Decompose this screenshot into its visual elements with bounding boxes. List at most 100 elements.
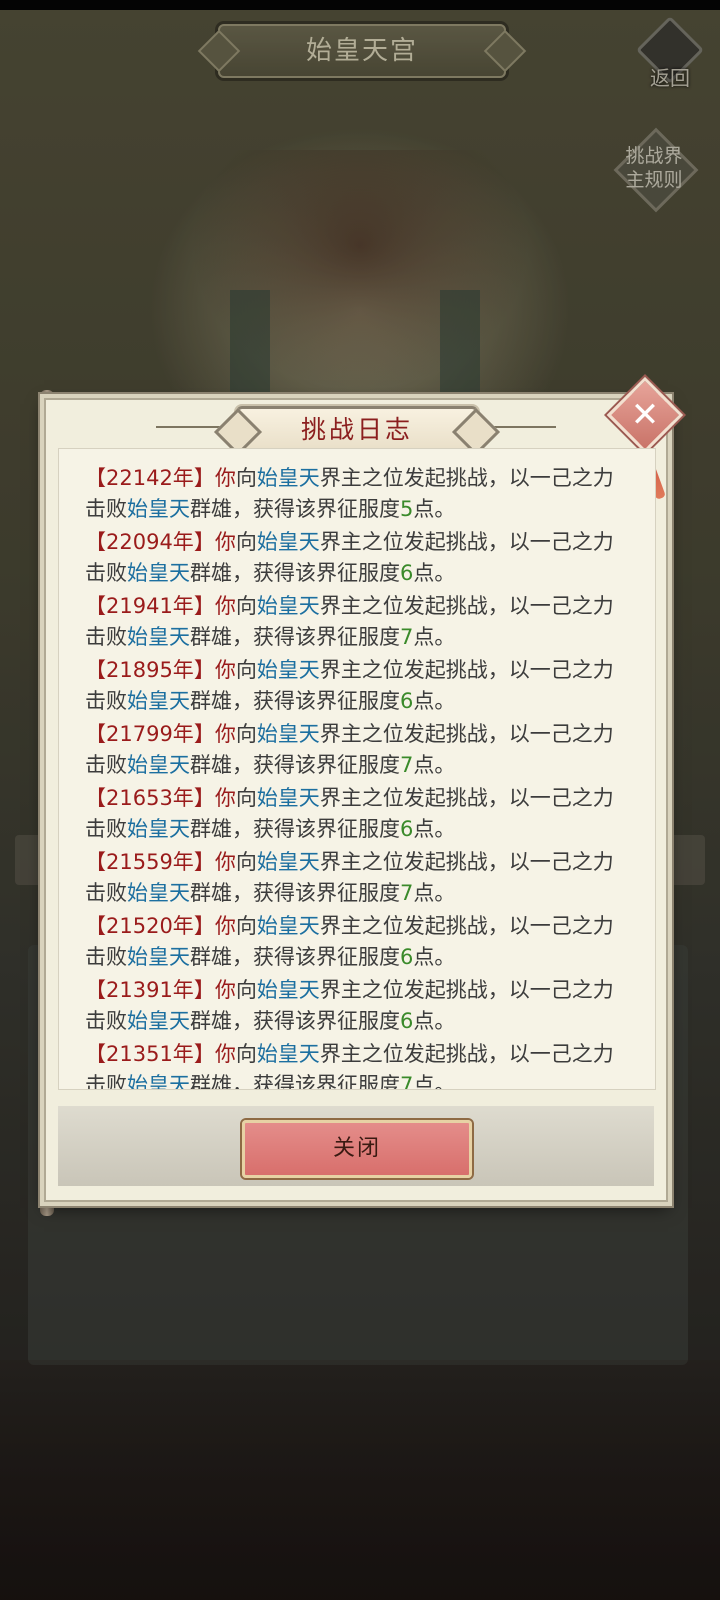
log-mid2: 群雄，获得该界征服度	[190, 561, 400, 585]
log-bracket-close: 】	[193, 594, 215, 618]
log-points: 7	[400, 1073, 414, 1090]
log-mid2: 群雄，获得该界征服度	[190, 1073, 400, 1090]
log-bracket-open: 【	[85, 530, 106, 554]
log-year: 21895年	[106, 658, 194, 682]
log-entry: 【21520年】你向始皇天界主之位发起挑战，以一己之力击败始皇天群雄，获得该界征…	[59, 911, 655, 973]
log-points: 6	[400, 1009, 414, 1033]
log-mid2: 群雄，获得该界征服度	[190, 881, 400, 905]
log-bracket-open: 【	[85, 722, 106, 746]
log-bracket-close: 】	[193, 658, 215, 682]
log-place2: 始皇天	[127, 1009, 190, 1033]
log-end: 点。	[413, 1009, 456, 1033]
log-end: 点。	[413, 497, 456, 521]
log-you: 你	[214, 1042, 236, 1066]
log-end: 点。	[413, 625, 456, 649]
log-end: 点。	[413, 753, 456, 777]
log-bracket-open: 【	[85, 914, 106, 938]
log-entry: 【21391年】你向始皇天界主之位发起挑战，以一己之力击败始皇天群雄，获得该界征…	[59, 975, 655, 1037]
log-place2: 始皇天	[127, 753, 190, 777]
log-place: 始皇天	[256, 530, 320, 554]
log-entry: 【21653年】你向始皇天界主之位发起挑战，以一己之力击败始皇天群雄，获得该界征…	[59, 783, 655, 845]
log-to: 向	[235, 786, 257, 810]
log-bracket-close: 】	[193, 722, 215, 746]
log-you: 你	[214, 722, 236, 746]
log-entry: 【22094年】你向始皇天界主之位发起挑战，以一己之力击败始皇天群雄，获得该界征…	[59, 527, 655, 589]
log-bracket-open: 【	[85, 1042, 106, 1066]
log-you: 你	[214, 466, 236, 490]
log-bracket-close: 】	[193, 978, 215, 1002]
log-place: 始皇天	[256, 594, 320, 618]
dialog-footer: 关闭	[58, 1106, 654, 1186]
log-mid2: 群雄，获得该界征服度	[190, 689, 400, 713]
log-place: 始皇天	[256, 786, 320, 810]
log-place2: 始皇天	[127, 497, 190, 521]
log-bracket-close: 】	[193, 1042, 215, 1066]
log-mid2: 群雄，获得该界征服度	[190, 753, 400, 777]
log-bracket-open: 【	[85, 594, 106, 618]
log-bracket-open: 【	[85, 978, 106, 1002]
log-year: 21391年	[106, 978, 194, 1002]
log-bracket-open: 【	[85, 658, 106, 682]
log-place2: 始皇天	[127, 561, 190, 585]
log-place: 始皇天	[256, 914, 320, 938]
log-year: 22094年	[106, 530, 194, 554]
log-you: 你	[214, 914, 236, 938]
log-mid2: 群雄，获得该界征服度	[190, 625, 400, 649]
log-bracket-open: 【	[85, 786, 106, 810]
log-to: 向	[235, 658, 257, 682]
log-you: 你	[214, 850, 236, 874]
log-place: 始皇天	[256, 978, 320, 1002]
log-entry: 【21895年】你向始皇天界主之位发起挑战，以一己之力击败始皇天群雄，获得该界征…	[59, 655, 655, 717]
log-you: 你	[214, 658, 236, 682]
log-place2: 始皇天	[127, 881, 190, 905]
log-points: 7	[400, 753, 414, 777]
log-year: 21559年	[106, 850, 194, 874]
log-points: 6	[400, 945, 414, 969]
log-end: 点。	[413, 945, 456, 969]
challenge-log-dialog: 挑战日志 ✕ 【22142年】你向始皇天界主之位发起挑战，以一己之力击败始皇天群…	[44, 376, 684, 1202]
log-to: 向	[235, 1042, 257, 1066]
log-you: 你	[214, 594, 236, 618]
close-icon: ✕	[630, 395, 660, 435]
log-bracket-open: 【	[85, 850, 106, 874]
log-to: 向	[235, 466, 257, 490]
log-entry: 【21941年】你向始皇天界主之位发起挑战，以一己之力击败始皇天群雄，获得该界征…	[59, 591, 655, 653]
log-place2: 始皇天	[127, 689, 190, 713]
log-entry: 【21351年】你向始皇天界主之位发起挑战，以一己之力击败始皇天群雄，获得该界征…	[59, 1039, 655, 1090]
log-place2: 始皇天	[127, 817, 190, 841]
log-place: 始皇天	[256, 466, 320, 490]
log-end: 点。	[413, 881, 456, 905]
log-year: 21799年	[106, 722, 194, 746]
log-year: 22142年	[106, 466, 194, 490]
log-entry: 【22142年】你向始皇天界主之位发起挑战，以一己之力击败始皇天群雄，获得该界征…	[59, 463, 655, 525]
log-mid2: 群雄，获得该界征服度	[190, 817, 400, 841]
log-bracket-close: 】	[193, 786, 215, 810]
log-you: 你	[214, 530, 236, 554]
log-bracket-close: 】	[193, 914, 215, 938]
log-points: 6	[400, 817, 414, 841]
log-year: 21653年	[106, 786, 194, 810]
log-you: 你	[214, 978, 236, 1002]
log-place2: 始皇天	[127, 945, 190, 969]
log-place: 始皇天	[256, 658, 320, 682]
log-mid2: 群雄，获得该界征服度	[190, 497, 400, 521]
log-to: 向	[235, 722, 257, 746]
log-to: 向	[235, 914, 257, 938]
log-list[interactable]: 【22142年】你向始皇天界主之位发起挑战，以一己之力击败始皇天群雄，获得该界征…	[58, 448, 656, 1090]
log-end: 点。	[413, 1073, 456, 1090]
log-bracket-close: 】	[193, 850, 215, 874]
log-you: 你	[214, 786, 236, 810]
log-points: 7	[400, 881, 414, 905]
log-entry: 【21799年】你向始皇天界主之位发起挑战，以一己之力击败始皇天群雄，获得该界征…	[59, 719, 655, 781]
log-points: 7	[400, 625, 414, 649]
log-year: 21941年	[106, 594, 194, 618]
log-year: 21520年	[106, 914, 194, 938]
log-mid2: 群雄，获得该界征服度	[190, 1009, 400, 1033]
log-to: 向	[235, 594, 257, 618]
log-year: 21351年	[106, 1042, 194, 1066]
close-button[interactable]: 关闭	[242, 1120, 472, 1178]
log-bracket-close: 】	[193, 530, 215, 554]
dialog-title: 挑战日志	[236, 406, 478, 454]
log-points: 6	[400, 561, 414, 585]
log-entry: 【21559年】你向始皇天界主之位发起挑战，以一己之力击败始皇天群雄，获得该界征…	[59, 847, 655, 909]
